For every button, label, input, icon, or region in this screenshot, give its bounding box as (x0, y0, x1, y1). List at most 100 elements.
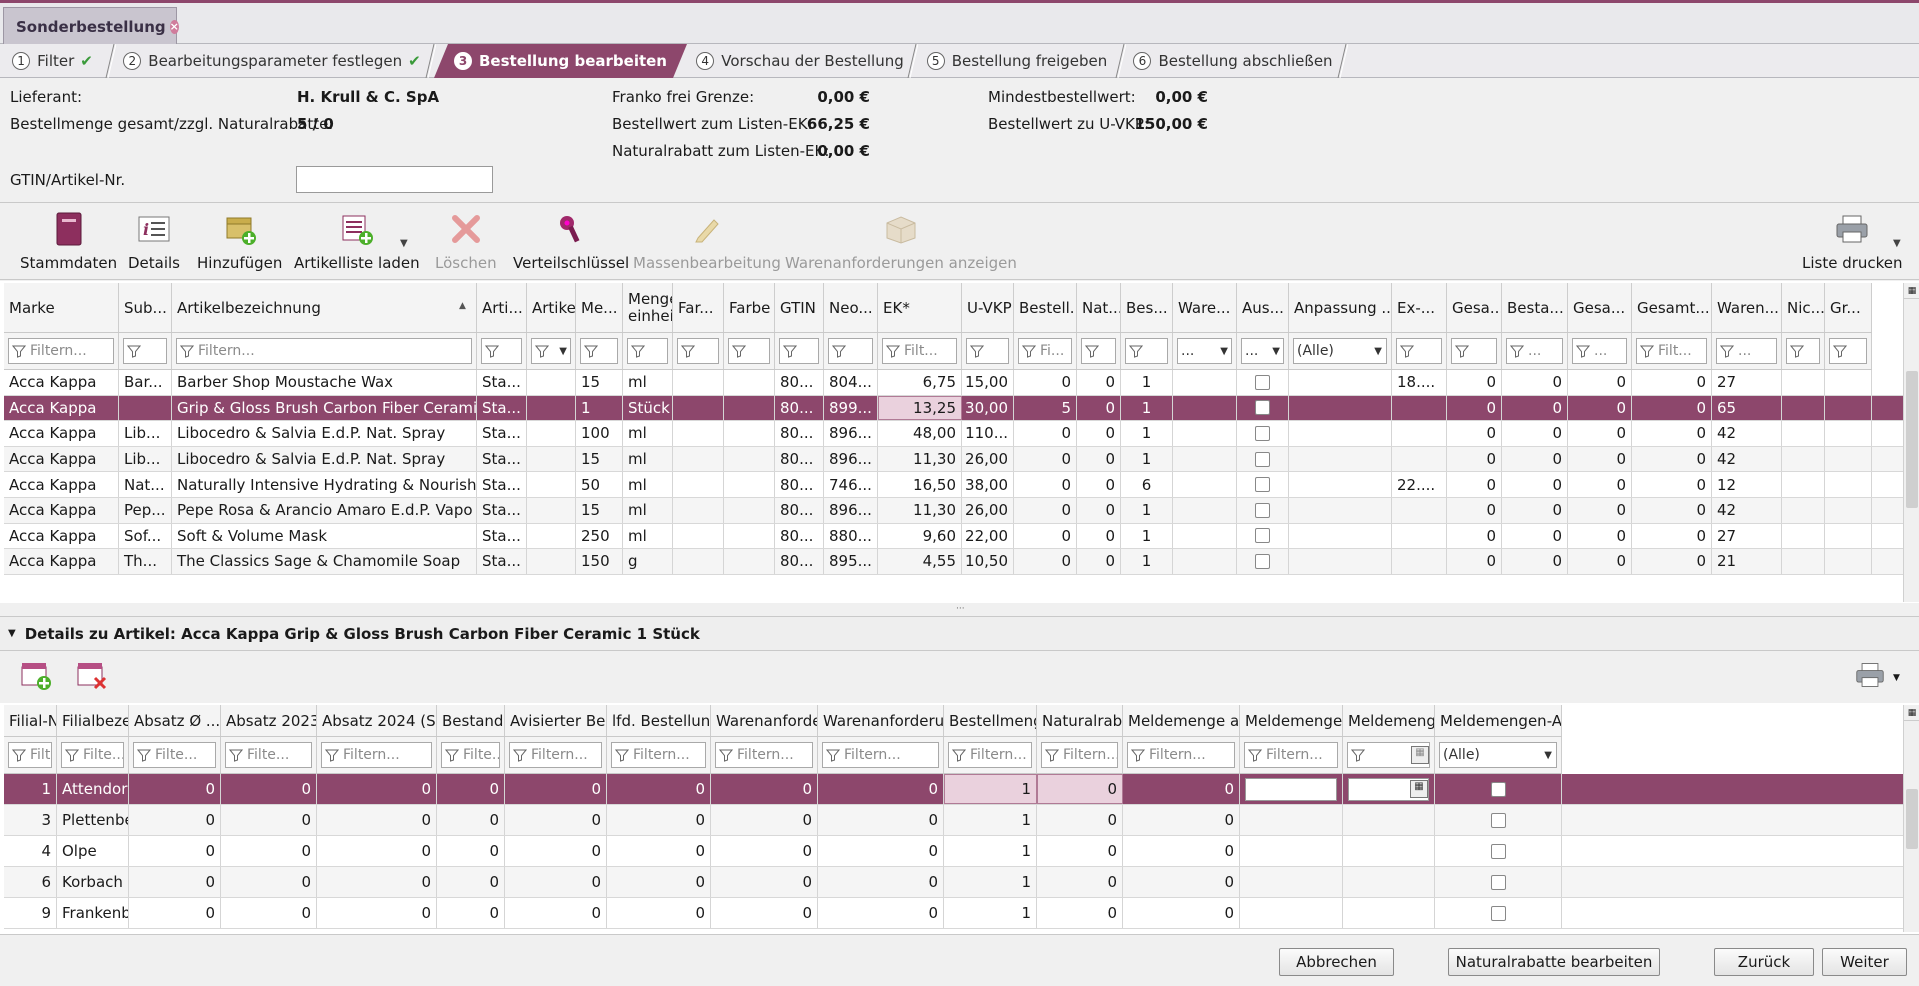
chevron-down-icon[interactable]: ▼ (1893, 238, 1901, 249)
scrollbar-thumb[interactable] (1906, 371, 1918, 508)
meldemenge-date-input[interactable]: ▦ (1348, 777, 1429, 801)
chevron-down-icon[interactable]: ▼ (1544, 750, 1556, 761)
column-filter-input[interactable]: Filte... (133, 742, 216, 768)
table-cell[interactable] (1343, 867, 1435, 897)
column-filter-input[interactable]: Filt... (1636, 338, 1707, 364)
warenanforderungen-button[interactable]: Warenanforderungen anzeigen (785, 212, 1017, 272)
column-header[interactable]: EK* (878, 283, 962, 332)
column-filter-input[interactable]: Filte... (8, 742, 52, 768)
remove-store-icon[interactable] (76, 661, 108, 695)
table-cell[interactable]: 16,50 (878, 472, 962, 497)
column-filter-input[interactable]: Filtern... (1041, 742, 1118, 768)
column-filter-input[interactable]: Filtern... (1244, 742, 1338, 768)
column-header[interactable]: Filialbezei... (57, 705, 129, 736)
column-filter-input[interactable] (627, 338, 668, 364)
column-header[interactable]: Besta... (1502, 283, 1568, 332)
column-filter-input[interactable]: Filte... (61, 742, 124, 768)
column-filter-input[interactable]: ... ▼ (1177, 338, 1232, 364)
column-header[interactable]: Meldemenge ne... (1240, 705, 1343, 736)
add-store-icon[interactable] (20, 661, 52, 695)
table-cell[interactable]: 0 (1037, 774, 1123, 804)
column-filter-input[interactable] (1081, 338, 1116, 364)
column-header[interactable]: Gr... (1825, 283, 1872, 332)
step-vorschau[interactable]: 4 Vorschau der Bestellung (690, 44, 910, 78)
table-row[interactable]: Acca Kappa Lib... Libocedro & Salvia E.d.P… (4, 446, 1904, 473)
table-cell[interactable]: 0 (1014, 370, 1077, 395)
column-filter-input[interactable]: (Alle) ▼ (1293, 338, 1387, 364)
step-filter[interactable]: 1 Filter ✔ (0, 44, 105, 78)
column-filter-input[interactable] (1829, 338, 1867, 364)
table-cell[interactable] (1240, 898, 1343, 928)
column-header[interactable]: Menge einheit (623, 283, 673, 332)
column-header[interactable]: Bestell... (1014, 283, 1077, 332)
weiter-button[interactable]: Weiter (1822, 948, 1907, 976)
table-row[interactable]: 6 Korbach 0 0 0 0 0 0 0 0 1 0 0 (4, 867, 1904, 898)
table-cell[interactable]: 0 (1014, 523, 1077, 549)
column-header[interactable]: GTIN (775, 283, 824, 332)
table-cell[interactable] (1240, 805, 1343, 835)
table-cell[interactable]: 0 (1037, 805, 1123, 835)
column-header[interactable]: Gesamt... (1632, 283, 1712, 332)
table-row[interactable]: 4 Olpe 0 0 0 0 0 0 0 0 1 0 0 (4, 836, 1904, 867)
column-chooser-icon[interactable]: ▦ (1904, 705, 1919, 721)
column-header[interactable]: Warenanforderung Fil... (818, 705, 944, 736)
hinzufuegen-button[interactable]: Hinzufügen (197, 212, 282, 272)
column-header[interactable]: Farbe (724, 283, 775, 332)
table-row[interactable]: Acca Kappa Sof... Soft & Volume Mask Sta...… (4, 523, 1904, 550)
table-cell[interactable] (1435, 898, 1562, 928)
table-cell[interactable] (1435, 867, 1562, 897)
table-cell[interactable] (1343, 805, 1435, 835)
table-cell[interactable]: 0 (1014, 497, 1077, 523)
column-filter-input[interactable]: Filtern... (948, 742, 1032, 768)
chevron-down-icon[interactable]: ▼ (1893, 673, 1900, 683)
table-cell[interactable]: 1 (944, 774, 1037, 804)
table-cell[interactable]: 9,60 (878, 523, 962, 549)
article-grid-scrollbar[interactable]: ▦ (1903, 283, 1919, 602)
automatik-checkbox[interactable] (1490, 781, 1506, 797)
table-cell[interactable] (1240, 867, 1343, 897)
column-header[interactable]: Artikel... (527, 283, 576, 332)
automatik-checkbox[interactable] (1490, 812, 1506, 828)
column-header[interactable]: Ex-... (1392, 283, 1447, 332)
column-header[interactable]: Warenanforderu... (711, 705, 818, 736)
column-header[interactable]: Naturalrabatt... (1037, 705, 1123, 736)
table-cell[interactable]: 5 (1014, 395, 1077, 421)
column-filter-input[interactable]: ... (1716, 338, 1777, 364)
column-filter-input[interactable]: (Alle) ▼ (1439, 742, 1557, 768)
table-cell[interactable] (1240, 774, 1343, 804)
column-filter-input[interactable]: Filtern... (509, 742, 602, 768)
store-grid-scrollbar[interactable]: ▦ (1903, 705, 1919, 932)
column-header[interactable]: Far... (673, 283, 724, 332)
table-cell[interactable]: 0 (1123, 774, 1240, 804)
column-filter-input[interactable]: Filte... (225, 742, 312, 768)
column-filter-input[interactable]: ... ▼ (1241, 338, 1284, 364)
table-cell[interactable] (1237, 395, 1289, 421)
table-row[interactable]: Acca Kappa Bar... Barber Shop Moustache Wa… (4, 370, 1904, 396)
table-cell[interactable] (1237, 472, 1289, 497)
step-freigeben[interactable]: 5 Bestellung freigeben (918, 44, 1116, 78)
column-header[interactable]: Avisierter Besta... (505, 705, 607, 736)
auswahl-checkbox[interactable] (1255, 553, 1270, 569)
table-row[interactable]: Acca Kappa Th... The Classics Sage & Chamo… (4, 549, 1904, 575)
table-row[interactable]: Acca Kappa Nat... Naturally Intensive Hydr… (4, 472, 1904, 498)
calendar-icon[interactable]: ▦ (1410, 780, 1428, 798)
column-header[interactable]: lfd. Bestellunge... (607, 705, 711, 736)
stammdaten-button[interactable]: Stammdaten (20, 212, 117, 272)
table-cell[interactable] (1237, 421, 1289, 446)
column-header[interactable]: Gesa... (1447, 283, 1502, 332)
auswahl-checkbox[interactable] (1255, 374, 1270, 390)
table-cell[interactable] (1435, 836, 1562, 866)
column-header[interactable]: Ware... (1173, 283, 1237, 332)
naturalrabatte-bearbeiten-button[interactable]: Naturalrabatte bearbeiten (1448, 948, 1660, 976)
column-filter-input[interactable]: ... (1506, 338, 1563, 364)
table-cell[interactable]: 0 (1037, 867, 1123, 897)
table-cell[interactable]: 0 (1123, 836, 1240, 866)
column-header[interactable]: Arti... (477, 283, 527, 332)
table-row[interactable]: 3Plettenberg00000000100 (4, 805, 1904, 836)
collapse-triangle-icon[interactable]: ▼ (8, 628, 16, 639)
column-header[interactable]: Filial-Nr. (4, 705, 57, 736)
column-header[interactable]: Bestand ... (437, 705, 505, 736)
column-filter-input[interactable]: Filt... (882, 338, 957, 364)
column-filter-input[interactable] (580, 338, 618, 364)
zurueck-button[interactable]: Zurück (1714, 948, 1814, 976)
